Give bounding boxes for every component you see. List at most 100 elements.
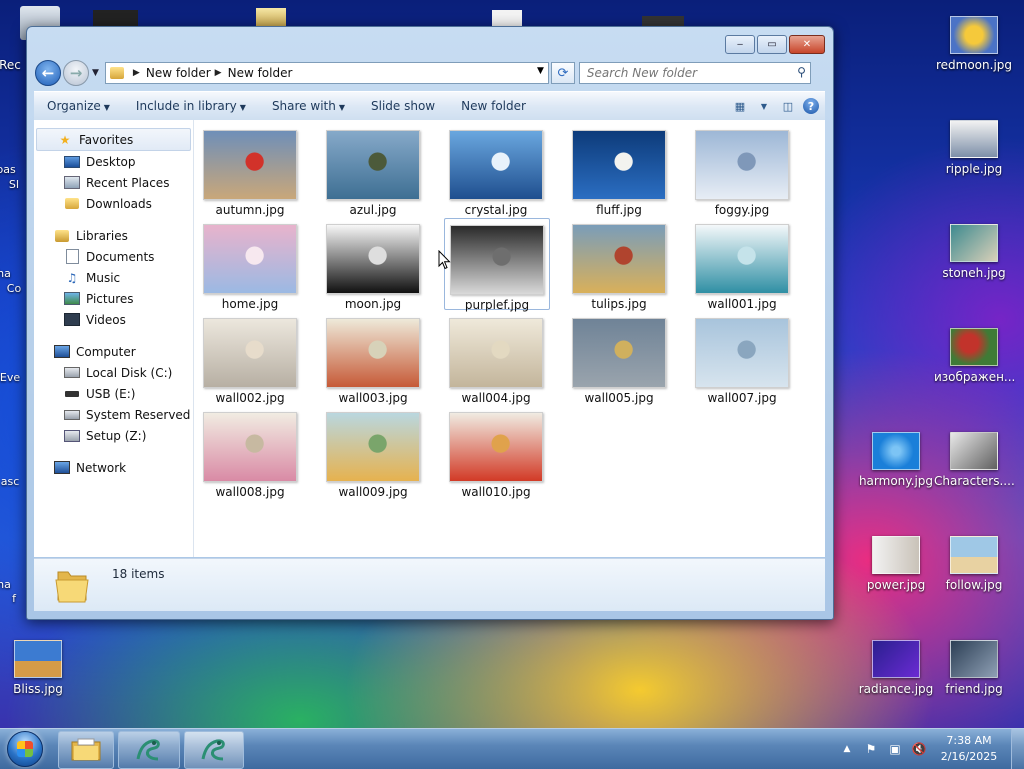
desktop-icon-redmoon[interactable]: redmoon.jpg	[934, 16, 1014, 72]
desktop-partial-icon-5[interactable]	[642, 16, 684, 26]
desktop-partial-icon-3[interactable]	[256, 8, 286, 26]
nav-documents[interactable]: Documents	[34, 246, 193, 267]
nav-usb[interactable]: USB (E:)	[34, 383, 193, 404]
search-box[interactable]: ⚲	[578, 62, 811, 84]
downloads-folder-icon	[64, 197, 80, 211]
file-item[interactable]: foggy.jpg	[690, 124, 794, 217]
preview-pane-icon[interactable]: ◫	[779, 98, 797, 114]
file-item[interactable]: wall004.jpg	[444, 312, 548, 405]
nav-videos[interactable]: Videos	[34, 309, 193, 330]
desktop-icon-label: redmoon.jpg	[935, 58, 1013, 72]
image-thumbnail	[950, 224, 998, 262]
help-icon[interactable]: ?	[803, 98, 819, 114]
file-item[interactable]: tulips.jpg	[567, 218, 671, 311]
breadcrumb-separator-icon[interactable]: ▶	[133, 68, 140, 78]
nav-setup[interactable]: Setup (Z:)	[34, 425, 193, 446]
breadcrumb-segment[interactable]: New folder	[146, 66, 211, 80]
show-hidden-icons-chevron-icon[interactable]: ▲	[839, 744, 855, 754]
start-button[interactable]	[2, 730, 48, 768]
search-icon[interactable]: ⚲	[797, 65, 806, 79]
navigation-pane[interactable]: ★ Favorites Desktop Recent Places Downlo…	[34, 120, 194, 557]
file-item[interactable]: purplef.jpg	[444, 218, 550, 312]
desktop-icon-characters[interactable]: Characters....	[934, 432, 1015, 488]
file-item[interactable]: home.jpg	[198, 218, 302, 311]
desktop-icon-friend[interactable]: friend.jpg	[934, 640, 1014, 696]
forward-button[interactable]: →	[63, 60, 89, 86]
nav-libraries[interactable]: Libraries	[34, 225, 193, 246]
file-item[interactable]: autumn.jpg	[198, 124, 302, 217]
image-thumbnail	[572, 130, 666, 200]
desktop-icon-label: follow.jpg	[945, 578, 1003, 592]
file-name: wall007.jpg	[707, 391, 777, 405]
clock-date: 2/16/2025	[940, 750, 998, 763]
organize-menu[interactable]: Organize ▼	[34, 99, 123, 113]
search-input[interactable]	[584, 65, 789, 81]
desktop-icon-label: harmony.jpg	[858, 474, 934, 488]
desktop-icon-power[interactable]: power.jpg	[856, 536, 936, 592]
breadcrumb-segment[interactable]: New folder	[228, 66, 293, 80]
command-bar: Organize ▼ Include in library ▼ Share with…	[34, 91, 825, 121]
volume-muted-icon[interactable]: 🔇	[911, 742, 927, 756]
file-item[interactable]: crystal.jpg	[444, 124, 548, 217]
file-item[interactable]: wall007.jpg	[690, 312, 794, 405]
desktop-partial-icon-4[interactable]	[492, 10, 522, 26]
image-thumbnail	[572, 224, 666, 294]
file-item[interactable]: wall008.jpg	[198, 406, 302, 499]
network-status-icon[interactable]: ▣	[887, 742, 903, 756]
nav-downloads[interactable]: Downloads	[34, 193, 193, 214]
nav-pictures[interactable]: Pictures	[34, 288, 193, 309]
desktop-icon-ripple[interactable]: ripple.jpg	[934, 120, 1014, 176]
file-item[interactable]: moon.jpg	[321, 218, 425, 311]
file-item[interactable]: wall003.jpg	[321, 312, 425, 405]
file-item[interactable]: fluff.jpg	[567, 124, 671, 217]
nav-favorites[interactable]: ★ Favorites	[36, 128, 191, 151]
organize-label: Organize	[47, 99, 101, 113]
new-folder-button[interactable]: New folder	[448, 99, 539, 113]
file-item[interactable]: azul.jpg	[321, 124, 425, 217]
slide-show-button[interactable]: Slide show	[358, 99, 448, 113]
file-item[interactable]: wall009.jpg	[321, 406, 425, 499]
nav-system-reserved[interactable]: System Reserved (F:)	[34, 404, 193, 425]
file-item[interactable]: wall001.jpg	[690, 218, 794, 311]
taskbar-app-button-2[interactable]	[184, 731, 244, 769]
nav-music[interactable]: ♫ Music	[34, 267, 193, 288]
maximize-button[interactable]: ▭	[757, 35, 787, 54]
desktop-icon-harmony[interactable]: harmony.jpg	[856, 432, 936, 488]
desktop-icon-bliss[interactable]: Bliss.jpg	[0, 640, 78, 696]
file-item[interactable]: wall005.jpg	[567, 312, 671, 405]
address-dropdown-icon[interactable]: ▼	[537, 66, 544, 76]
close-button[interactable]: ✕	[789, 35, 825, 54]
file-item[interactable]: wall002.jpg	[198, 312, 302, 405]
show-desktop-button[interactable]	[1011, 729, 1024, 769]
nav-label: Network	[76, 460, 127, 475]
file-list[interactable]: autumn.jpg azul.jpg crystal.jpg fluff.jpg fo…	[194, 120, 825, 557]
include-in-library-menu[interactable]: Include in library ▼	[123, 99, 259, 113]
desktop-icon-radiance[interactable]: radiance.jpg	[856, 640, 936, 696]
share-with-menu[interactable]: Share with ▼	[259, 99, 358, 113]
nav-desktop[interactable]: Desktop	[34, 151, 193, 172]
nav-recent-places[interactable]: Recent Places	[34, 172, 193, 193]
desktop-icon-stoneh[interactable]: stoneh.jpg	[934, 224, 1014, 280]
back-button[interactable]: ←	[35, 60, 61, 86]
change-view-icon[interactable]: ▦	[731, 98, 749, 114]
desktop-icon-izobrazhen[interactable]: изображен...	[934, 328, 1015, 384]
breadcrumb-separator-icon[interactable]: ▶	[215, 68, 222, 78]
file-name: wall008.jpg	[215, 485, 285, 499]
refresh-button[interactable]: ⟳	[550, 62, 575, 84]
history-dropdown-button[interactable]: ▼	[92, 68, 99, 78]
nav-local-disk[interactable]: Local Disk (C:)	[34, 362, 193, 383]
explorer-window[interactable]: ‒ ▭ ✕ ← → ▼ ▶ New folder ▶ New folder ▼ …	[26, 26, 834, 620]
system-tray: ▲ ⚑ ▣ 🔇 7:38 AM 2/16/2025	[835, 729, 1024, 769]
clock[interactable]: 7:38 AM 2/16/2025	[937, 733, 1001, 765]
address-bar[interactable]: ▶ New folder ▶ New folder ▼	[104, 62, 549, 84]
action-center-flag-icon[interactable]: ⚑	[863, 742, 879, 756]
nav-network[interactable]: Network	[34, 457, 193, 478]
view-options-chevron-icon[interactable]: ▼	[755, 98, 773, 114]
minimize-button[interactable]: ‒	[725, 35, 755, 54]
file-item[interactable]: wall010.jpg	[444, 406, 548, 499]
taskbar-explorer-button[interactable]	[58, 731, 114, 769]
usb-drive-icon	[64, 387, 80, 401]
taskbar-app-button-1[interactable]	[118, 731, 180, 769]
desktop-icon-follow[interactable]: follow.jpg	[934, 536, 1014, 592]
nav-computer[interactable]: Computer	[34, 341, 193, 362]
